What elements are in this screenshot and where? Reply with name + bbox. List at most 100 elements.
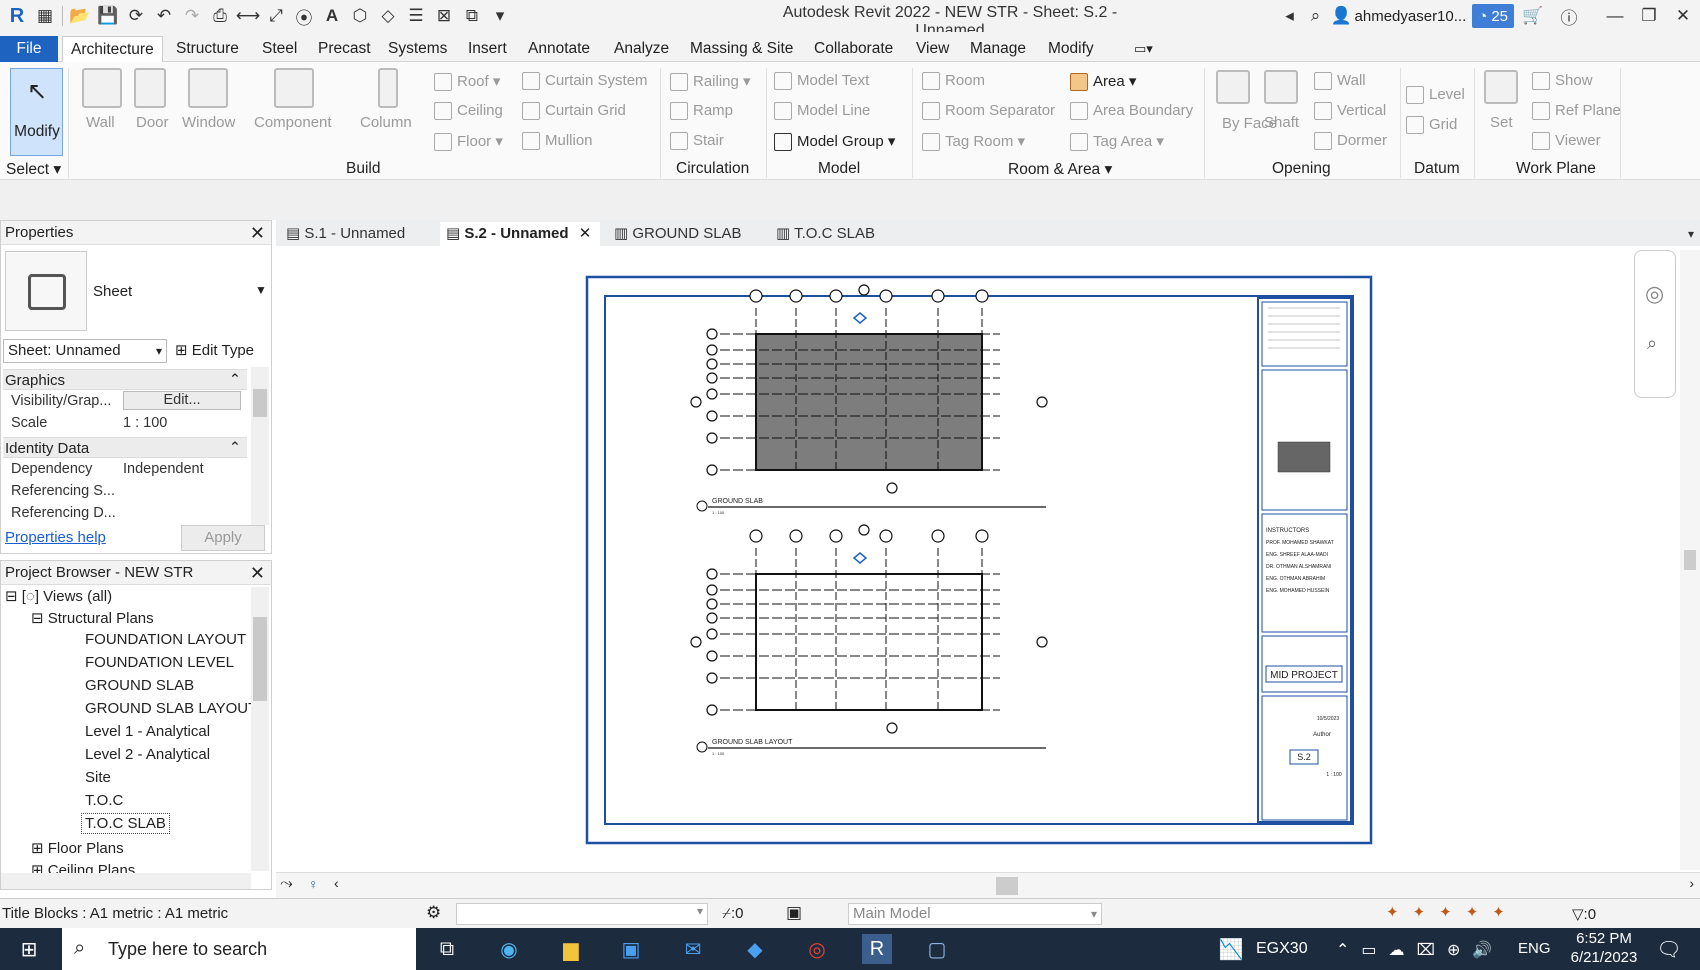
column-button[interactable]: Column <box>360 114 412 131</box>
tab-architecture[interactable]: Architecture <box>62 36 163 62</box>
tab-analyze[interactable]: Analyze <box>606 36 677 62</box>
close-icon[interactable]: ✕ <box>1670 4 1696 28</box>
canvas-vscrollbar[interactable] <box>1680 250 1700 870</box>
by-face-button[interactable]: By Face <box>1222 114 1277 133</box>
tab-structure[interactable]: Structure <box>168 36 247 62</box>
section-icon[interactable]: ◇ <box>375 4 401 28</box>
graphics-section[interactable]: Graphics ⌃ <box>3 369 247 390</box>
home-icon[interactable]: ▦ <box>32 4 58 28</box>
text-icon[interactable]: A <box>319 4 345 28</box>
tree-toc-slab[interactable]: T.O.C SLAB <box>81 813 170 834</box>
ref-plane-button[interactable]: Ref Plane <box>1532 102 1621 121</box>
properties-scrollbar[interactable] <box>251 367 269 525</box>
clock-date[interactable]: 6/21/2023 <box>1566 949 1642 966</box>
door-button[interactable]: Door <box>136 114 169 131</box>
roof-button[interactable]: Roof ▾ <box>434 72 500 92</box>
switch-windows-icon[interactable]: ⧉ <box>459 4 485 28</box>
room-area-dropdown[interactable]: Room & Area ▾ <box>1008 160 1112 179</box>
view-control-icon[interactable]: ⤳ <box>280 875 293 893</box>
tree-toc[interactable]: T.O.C <box>85 792 123 809</box>
room-separator-button[interactable]: Room Separator <box>922 102 1055 121</box>
tab-modify[interactable]: Modify <box>1040 36 1102 62</box>
tree-level-1-analytical[interactable]: Level 1 - Analytical <box>85 723 210 740</box>
3d-view-icon[interactable]: ⬡ <box>347 4 373 28</box>
revit-taskbar-icon[interactable]: R <box>862 934 892 964</box>
dormer-button[interactable]: Dormer <box>1314 132 1387 151</box>
clock-time[interactable]: 6:52 PM <box>1566 930 1642 947</box>
taskbar-search[interactable]: ⌕ Type here to search <box>62 928 416 970</box>
binoculars-icon[interactable]: ⌕ <box>1303 4 1329 28</box>
task-view-icon[interactable]: ⧉ <box>432 934 462 964</box>
help-icon[interactable]: ⓘ <box>1556 4 1582 28</box>
select-dropdown[interactable]: Select ▾ <box>6 160 61 179</box>
component-button[interactable]: Component <box>254 114 332 131</box>
tree-foundation-level[interactable]: FOUNDATION LEVEL <box>85 654 234 671</box>
close-icon[interactable]: ✕ <box>250 221 265 245</box>
edit-type-button[interactable]: ⊞ Edit Type <box>175 339 254 363</box>
area-boundary-button[interactable]: Area Boundary <box>1070 102 1193 121</box>
design-options-icon[interactable]: ▣ <box>786 903 802 923</box>
user-icon[interactable]: 👤 <box>1329 4 1355 28</box>
wall-opening-button[interactable]: Wall <box>1314 72 1366 91</box>
language-indicator[interactable]: ENG <box>1518 940 1551 957</box>
windows-start-icon[interactable]: ⊞ <box>14 934 44 964</box>
viewer-button[interactable]: Viewer <box>1532 132 1601 151</box>
user-name[interactable]: ahmedyaser10... <box>1355 8 1467 25</box>
revit-logo-icon[interactable]: R <box>4 4 30 28</box>
measure-icon[interactable]: ⟷ <box>235 4 261 28</box>
tab-collaborate[interactable]: Collaborate <box>806 36 901 62</box>
filter-count[interactable]: ▽:0 <box>1572 905 1596 923</box>
area-button[interactable]: Area ▾ <box>1070 72 1136 92</box>
notifications-icon[interactable]: 🗨 <box>1654 934 1684 964</box>
stair-button[interactable]: Stair <box>670 132 724 151</box>
store-icon[interactable]: ▣ <box>616 934 646 964</box>
drawing-canvas[interactable]: INSTRUCTORS PROF. MOHAMED SHAWKAT ENG. SHR… <box>276 246 1700 872</box>
customize-qat-icon[interactable]: ▾ <box>487 4 513 28</box>
properties-help-link[interactable]: Properties help <box>5 529 106 546</box>
set-work-plane-button[interactable]: Set <box>1490 114 1513 131</box>
chrome-icon[interactable]: ◎ <box>802 934 832 964</box>
tag-icon[interactable]: ⦿ <box>291 4 317 28</box>
canvas-hscroll-thumb[interactable] <box>996 877 1018 895</box>
worksets-icon[interactable]: ⚙ <box>426 903 441 923</box>
app-icon[interactable]: ◆ <box>740 934 770 964</box>
tab-overflow-icon[interactable]: ▾ <box>1682 222 1694 246</box>
close-hidden-icon[interactable]: ⊠ <box>431 4 457 28</box>
tree-level-2-analytical[interactable]: Level 2 - Analytical <box>85 746 210 763</box>
print-icon[interactable]: ⎙ <box>207 4 233 28</box>
tab-insert[interactable]: Insert <box>460 36 515 62</box>
undo-icon[interactable]: ↶ <box>151 4 177 28</box>
tab-massing-site[interactable]: Massing & Site <box>682 36 801 62</box>
tag-area-button[interactable]: Tag Area ▾ <box>1070 132 1164 152</box>
open-icon[interactable]: 📂 <box>67 4 93 28</box>
restore-icon[interactable]: ❐ <box>1636 4 1662 28</box>
tab-view[interactable]: View <box>908 36 957 62</box>
show-work-plane-button[interactable]: Show <box>1532 72 1593 91</box>
tab-systems[interactable]: Systems <box>380 36 455 62</box>
design-option-dropdown[interactable]: Main Model ▾ <box>848 903 1102 925</box>
tab-file[interactable]: File <box>0 36 58 62</box>
market-index[interactable]: EGX30 <box>1256 940 1308 958</box>
type-dropdown-icon[interactable]: ▼ <box>255 283 267 297</box>
tree-foundation-layout[interactable]: FOUNDATION LAYOUT <box>85 631 246 648</box>
instance-selector[interactable]: Sheet: Unnamed ▾ <box>3 339 167 363</box>
aligned-dimension-icon[interactable]: ⤢ <box>263 4 289 28</box>
tag-room-button[interactable]: Tag Room ▾ <box>922 132 1025 152</box>
workset-dropdown[interactable]: ▾ <box>456 903 708 925</box>
scroll-right-icon[interactable]: › <box>1689 875 1694 891</box>
subscription-badge[interactable]: ◔ 25 <box>1472 4 1514 28</box>
minimize-icon[interactable]: — <box>1602 4 1628 28</box>
level-button[interactable]: Level <box>1406 86 1465 105</box>
ramp-button[interactable]: Ramp <box>670 102 733 121</box>
modify-button[interactable]: ↖ Modify <box>10 68 63 156</box>
tree-floor-plans[interactable]: ⊞ Floor Plans <box>31 839 124 857</box>
room-button[interactable]: Room <box>922 72 985 91</box>
scroll-left-icon[interactable]: ‹ <box>334 875 339 891</box>
tab-manage[interactable]: Manage <box>962 36 1034 62</box>
ceiling-button[interactable]: Ceiling <box>434 102 503 121</box>
apply-button[interactable]: Apply <box>181 525 265 551</box>
tab-precast[interactable]: Precast <box>310 36 379 62</box>
tree-ground-slab-layout[interactable]: GROUND SLAB LAYOUT <box>85 700 257 717</box>
tray-icons[interactable]: ⌃▭☁⌧⊕🔊 <box>1336 940 1504 960</box>
model-group-button[interactable]: Model Group ▾ <box>774 132 895 152</box>
